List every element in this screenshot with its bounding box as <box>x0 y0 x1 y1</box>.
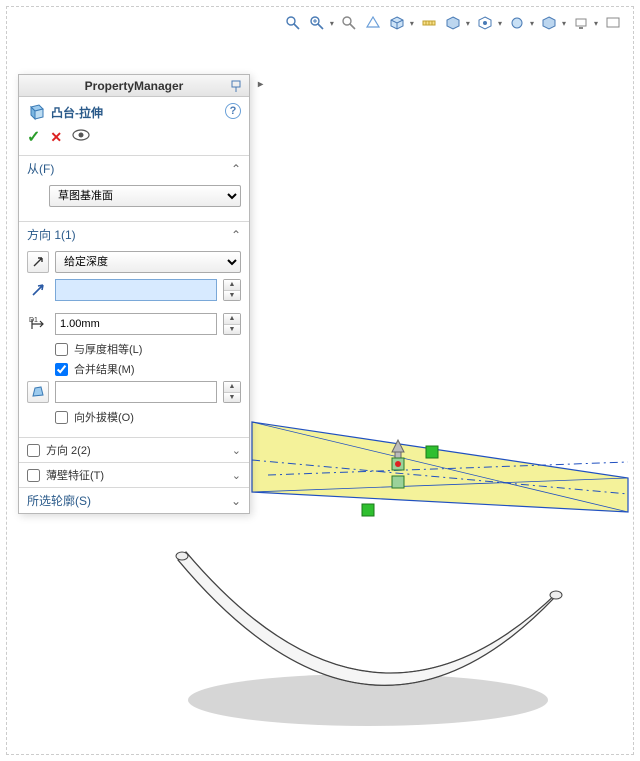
collapse-icon: ⌃ <box>231 162 241 176</box>
expand-icon: ⌄ <box>232 469 241 482</box>
chk-thickness[interactable]: 与厚度相等(L) <box>55 341 241 357</box>
depth-input[interactable] <box>55 313 217 335</box>
property-manager-panel: PropertyManager ▸ 凸台-拉伸 ? ✓ ✕ 从(F)⌃ 草图基准… <box>18 74 250 514</box>
cancel-button[interactable]: ✕ <box>50 129 62 146</box>
section-from-header[interactable]: 从(F)⌃ <box>19 156 249 181</box>
expand-icon: ⌄ <box>231 494 241 508</box>
extrude-icon <box>27 103 45 121</box>
direction-input[interactable] <box>55 279 217 301</box>
preview-icon[interactable] <box>72 128 90 147</box>
pin-icon[interactable] <box>227 77 245 95</box>
depth-icon: D1 <box>27 313 49 335</box>
section-contours: 所选轮廓(S)⌄ <box>19 487 249 513</box>
feature-title-row: 凸台-拉伸 ? <box>19 97 249 123</box>
reverse-direction-icon[interactable] <box>27 251 49 273</box>
direction-arrow-icon <box>27 279 49 301</box>
section-thin[interactable]: 薄壁特征(T)⌄ <box>19 462 249 487</box>
svg-text:D1: D1 <box>29 317 38 324</box>
help-icon[interactable]: ? <box>225 103 241 119</box>
section-direction1: 方向 1(1)⌃ 给定深度 D1 与厚度相等(L) 合并结果(M) <box>19 221 249 437</box>
pm-actions: ✓ ✕ <box>19 123 249 155</box>
end-condition-select[interactable]: 给定深度 <box>55 251 241 273</box>
section-contours-header[interactable]: 所选轮廓(S)⌄ <box>19 488 249 513</box>
spinner[interactable] <box>223 279 241 301</box>
spinner[interactable] <box>223 313 241 335</box>
pm-header: PropertyManager ▸ <box>19 75 249 97</box>
ok-button[interactable]: ✓ <box>27 127 40 147</box>
section-dir1-header[interactable]: 方向 1(1)⌃ <box>19 222 249 247</box>
constraint-icon[interactable] <box>362 504 374 516</box>
section-direction2[interactable]: 方向 2(2)⌄ <box>19 437 249 462</box>
from-select[interactable]: 草图基准面 <box>49 185 241 207</box>
collapse-icon: ⌃ <box>231 228 241 242</box>
spinner[interactable] <box>223 381 241 403</box>
feature-title: 凸台-拉伸 <box>51 104 103 121</box>
drag-handle-icon[interactable] <box>392 476 404 488</box>
nav-arrow-icon[interactable]: ▸ <box>258 79 263 90</box>
section-from: 从(F)⌃ 草图基准面 <box>19 155 249 221</box>
draft-input[interactable] <box>55 381 217 403</box>
chk-merge[interactable]: 合并结果(M) <box>55 361 241 377</box>
constraint-icon[interactable] <box>426 446 438 458</box>
pm-header-title: PropertyManager <box>85 79 184 93</box>
draft-icon[interactable] <box>27 381 49 403</box>
chk-draft-outward[interactable]: 向外拔模(O) <box>55 409 241 425</box>
expand-icon: ⌄ <box>232 444 241 457</box>
